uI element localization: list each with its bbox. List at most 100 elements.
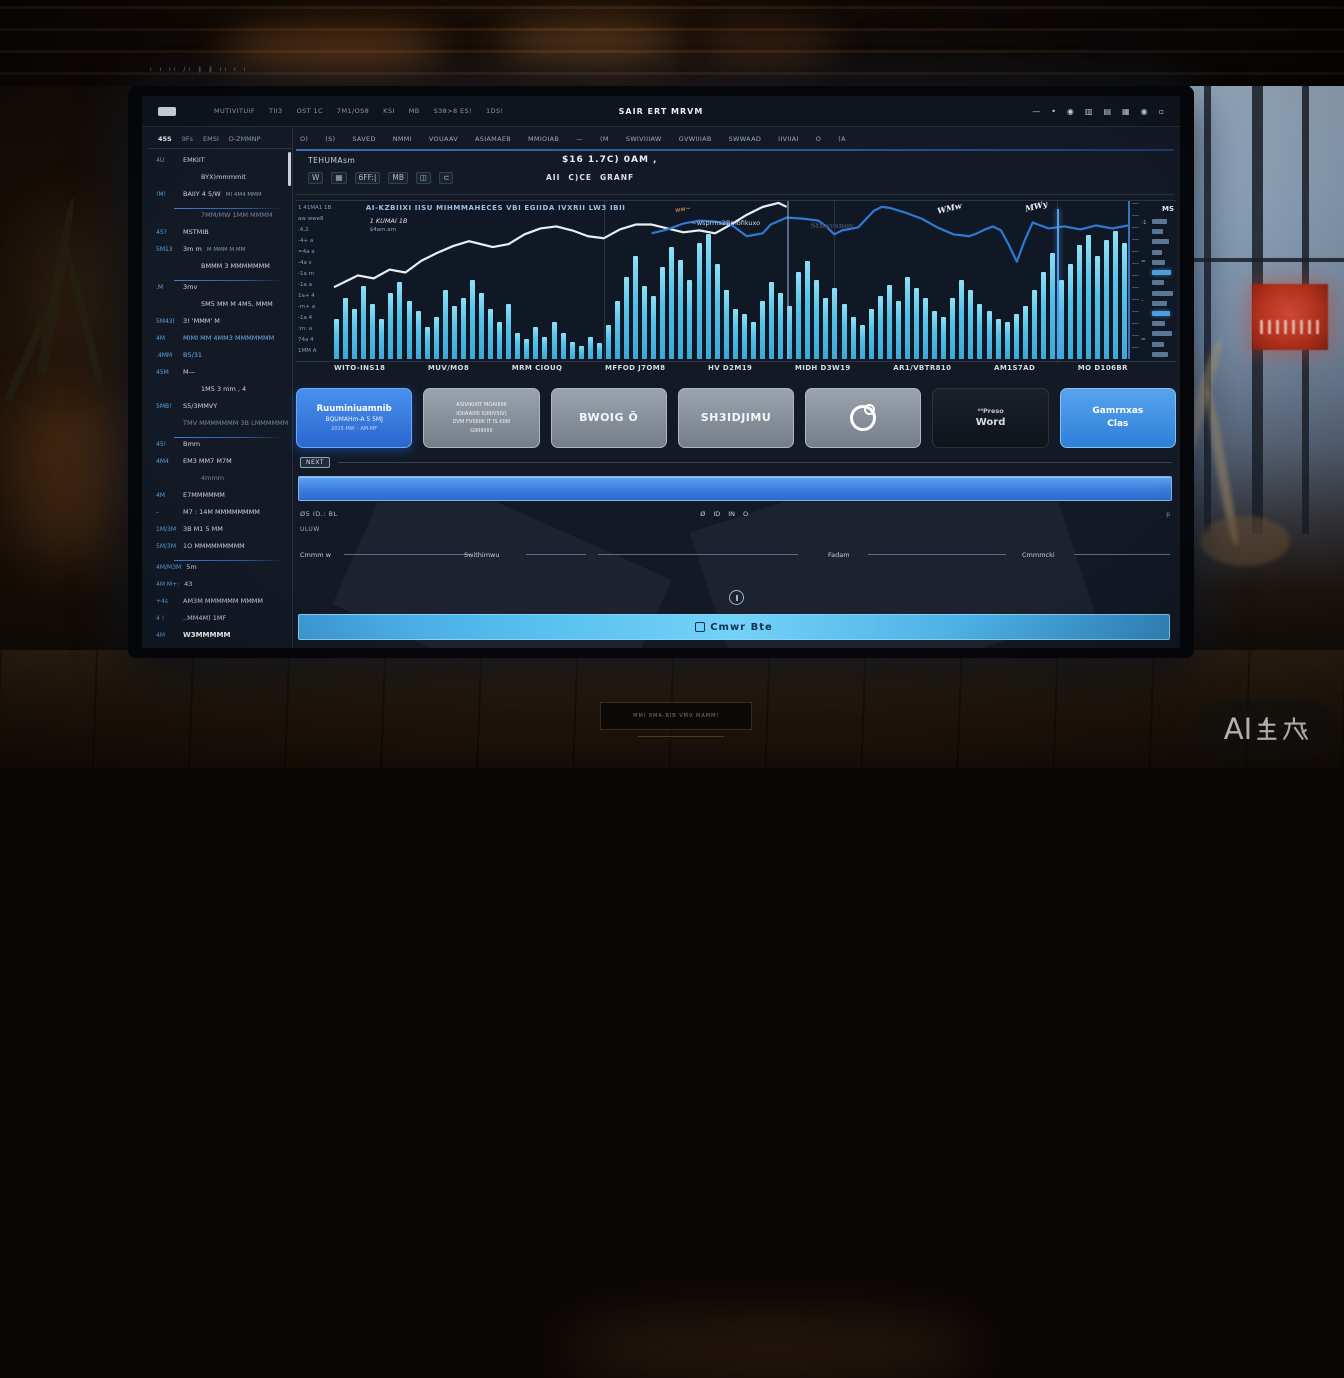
- field-underline[interactable]: [344, 554, 470, 555]
- list-item[interactable]: 45?MSTMIB: [148, 228, 288, 245]
- titlebar-menu-item[interactable]: KSI: [383, 107, 395, 115]
- menu-item[interactable]: VOUAAV: [429, 135, 458, 143]
- range-button[interactable]: AII: [546, 173, 560, 182]
- list-item[interactable]: .4MMB5/31: [148, 351, 288, 368]
- field-underline[interactable]: [1074, 554, 1170, 555]
- action-card-5[interactable]: [805, 388, 921, 448]
- list-item[interactable]: 5M43(3! 'MMM' M: [148, 317, 288, 334]
- status-dot-icon[interactable]: •: [1051, 107, 1056, 116]
- menu-item[interactable]: MMIOIAB: [528, 135, 559, 143]
- sidebar-scrollbar[interactable]: [288, 152, 291, 186]
- form-header-icon[interactable]: Ø: [700, 510, 705, 518]
- range-button[interactable]: C)CE: [568, 173, 592, 182]
- field-underline[interactable]: [868, 554, 1006, 555]
- action-card-3[interactable]: BWOIG Ō: [551, 388, 667, 448]
- list-item[interactable]: –M7 : 14M MMMMMMMM: [148, 508, 288, 525]
- help-icon[interactable]: ◉: [1141, 107, 1148, 116]
- list-item[interactable]: +4sAM3M MMMMMM MMMM: [148, 597, 288, 614]
- titlebar-menu-item[interactable]: MB: [409, 107, 420, 115]
- menu-item[interactable]: O: [816, 135, 821, 143]
- form-field-3[interactable]: [598, 542, 798, 556]
- next-chip[interactable]: NEXT: [300, 457, 330, 468]
- titlebar-menu-item[interactable]: 1DS!: [486, 107, 503, 115]
- stop-icon[interactable]: ▫: [1159, 107, 1164, 116]
- titlebar-menu-item[interactable]: TII3: [269, 107, 283, 115]
- primary-action-button[interactable]: Cmwr Bte: [298, 614, 1170, 640]
- list-item[interactable]: 4ME7MMMMMM: [148, 491, 288, 508]
- list-item[interactable]: 4 !..MM4M) 1MF: [148, 614, 288, 631]
- list-item[interactable]: .M3mv: [148, 283, 288, 300]
- form-field-2[interactable]: Swithimwu: [464, 542, 586, 556]
- titlebar-menu-item[interactable]: S38>8 ES!: [434, 107, 472, 115]
- menu-item[interactable]: (S): [325, 135, 335, 143]
- list-item[interactable]: 1M5 3 mm , 4: [148, 385, 288, 402]
- form-field-5[interactable]: Cmmmcki: [1022, 542, 1170, 556]
- list-item[interactable]: 4MW3MMMMM: [148, 631, 288, 644]
- sidebar-tab-2[interactable]: 9Fs: [182, 135, 193, 143]
- range-button[interactable]: GRANF: [600, 173, 634, 182]
- app-logo-icon[interactable]: [158, 107, 176, 116]
- form-header-icon[interactable]: O: [743, 510, 748, 518]
- menu-item[interactable]: —: [576, 135, 583, 143]
- titlebar-menu-item[interactable]: MUTIVITUIF: [214, 107, 255, 115]
- field-underline[interactable]: [526, 554, 586, 555]
- chart-tool-button[interactable]: ▦: [331, 172, 346, 184]
- list-item[interactable]: 4M/M3M5m: [148, 563, 288, 580]
- chart-tool-button[interactable]: MB: [388, 172, 408, 184]
- list-item[interactable]: 5M/3M1O MMMMMMMMM: [148, 542, 288, 559]
- menu-item[interactable]: IIVIIAI: [778, 135, 799, 143]
- record-icon[interactable]: ◉: [1067, 107, 1074, 116]
- list-item[interactable]: BMMM 3 MMMMMMM: [148, 262, 288, 279]
- menu-item[interactable]: ASIAMAEB: [475, 135, 511, 143]
- window-minimize-icon[interactable]: —: [1032, 107, 1040, 116]
- action-card-6[interactable]: ⁴⁹PresoWord: [932, 388, 1048, 448]
- selection-bar[interactable]: [298, 476, 1172, 501]
- action-card-1[interactable]: RuuminiuamnibBQUMAHm-A 5 5MJ2015·MW – AM…: [296, 388, 412, 448]
- meter-icon[interactable]: ▤: [1103, 107, 1111, 116]
- menu-item[interactable]: (M: [600, 135, 609, 143]
- price-chart[interactable]: 1 41MA1 1Baw wwe8.4,2.-4+ a=4a a-4a s-1a…: [296, 200, 1176, 362]
- titlebar-menu-item[interactable]: OST 1C: [297, 107, 323, 115]
- list-item[interactable]: 4MMIMI MM 4MM3 MMMMMMM: [148, 334, 288, 351]
- field-underline[interactable]: [598, 554, 798, 555]
- list-item[interactable]: 1M/3M3B M1 5 MM: [148, 525, 288, 542]
- list-item[interactable]: 4mmm: [148, 474, 288, 491]
- form-field-1[interactable]: Cmmm w: [300, 542, 470, 556]
- action-card-7[interactable]: GamrnxasClas: [1060, 388, 1176, 448]
- info-icon[interactable]: [729, 590, 744, 605]
- chart-tool-button[interactable]: 6FF:|: [355, 172, 381, 184]
- list-item[interactable]: 5M133m mM MMM M MM: [148, 245, 288, 262]
- list-item[interactable]: 5MB!S5/3MMVY: [148, 402, 288, 419]
- menu-item[interactable]: SWIVIIIAW: [626, 135, 662, 143]
- sidebar-tab-4[interactable]: D-ZMMNP: [229, 135, 261, 143]
- chart-tool-button[interactable]: W: [308, 172, 323, 184]
- list-item[interactable]: 7MM/MW 1MM MMMM: [148, 211, 288, 228]
- form-header-icon[interactable]: IN: [728, 510, 735, 518]
- sidebar-tab-3[interactable]: EMSI: [203, 135, 219, 143]
- list-item[interactable]: BYX)mmmmit: [148, 173, 288, 190]
- chart-tool-button[interactable]: ⊂: [439, 172, 453, 184]
- list-item[interactable]: 4M4EM3 MM7 M7M: [148, 457, 288, 474]
- menu-item[interactable]: SWWAAD: [729, 135, 762, 143]
- layers-icon[interactable]: ▥: [1085, 107, 1093, 116]
- list-item[interactable]: 5M5 MM M 4M5, MMM: [148, 300, 288, 317]
- menu-item[interactable]: O): [300, 135, 308, 143]
- form-field-4[interactable]: Fadam: [828, 542, 1006, 556]
- list-item[interactable]: 45!Bmm: [148, 440, 288, 457]
- menu-item[interactable]: GVWIIIAB: [679, 135, 712, 143]
- menu-item[interactable]: (A: [838, 135, 846, 143]
- action-card-4[interactable]: SH3IDJIMU: [678, 388, 794, 448]
- sidebar-tab-1[interactable]: 45S: [158, 135, 172, 143]
- titlebar-menu-item[interactable]: 7M1/OS8: [337, 107, 369, 115]
- form-header-icon[interactable]: ID: [713, 510, 720, 518]
- list-item[interactable]: 4UEMKIIT: [148, 156, 288, 173]
- list-item[interactable]: !M!BAIIY 4 5/WMI 4M4 MMM: [148, 190, 288, 207]
- chart-tool-button[interactable]: ◫: [416, 172, 431, 184]
- menu-item[interactable]: NMMI: [393, 135, 412, 143]
- action-card-2[interactable]: ASIVIKIIIIT MOAIIIIIIIIOIIAAIIIII S)IIII…: [423, 388, 539, 448]
- signal-bars-icon[interactable]: ▦: [1122, 107, 1130, 116]
- list-item[interactable]: TMV MMMMMMM 3B LMMMMMM: [148, 419, 288, 436]
- list-item[interactable]: 4M M+:43: [148, 580, 288, 597]
- menu-item[interactable]: SAVED: [352, 135, 375, 143]
- list-item[interactable]: 45MM—: [148, 368, 288, 385]
